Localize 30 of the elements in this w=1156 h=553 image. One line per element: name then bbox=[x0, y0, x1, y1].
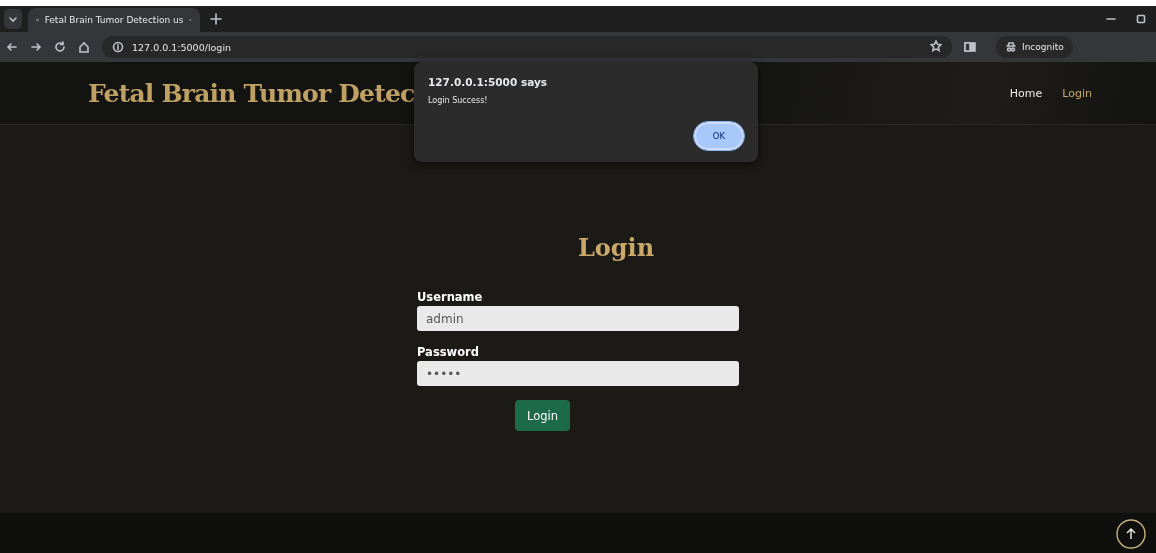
input-field[interactable]: ••••• bbox=[417, 361, 739, 386]
url-text: 127.0.0.1:5000/login bbox=[132, 41, 232, 53]
incognito-button[interactable]: Incognito bbox=[996, 36, 1073, 58]
ok-button[interactable]: OK bbox=[694, 122, 744, 150]
login-heading: Login bbox=[577, 233, 655, 262]
home-icon[interactable] bbox=[78, 41, 90, 53]
side-panel-icon[interactable] bbox=[964, 41, 976, 53]
nav-link[interactable]: Login bbox=[1062, 86, 1092, 100]
input-field[interactable]: admin bbox=[417, 306, 739, 331]
scroll-top-button[interactable] bbox=[1116, 519, 1146, 549]
address-bar[interactable]: 127.0.0.1:5000/login bbox=[102, 36, 952, 58]
browser-tab[interactable]: Fetal Brain Tumor Detection us bbox=[28, 8, 200, 32]
field-label: Username bbox=[417, 290, 484, 304]
dialog-message: Login Success! bbox=[428, 96, 489, 105]
info-icon bbox=[112, 41, 124, 53]
tab-list-button[interactable] bbox=[4, 9, 22, 29]
site-title: Fetal Brain Tumor Detec bbox=[88, 78, 415, 108]
forward-icon[interactable] bbox=[30, 41, 42, 53]
field-label: Password bbox=[417, 345, 480, 359]
back-icon[interactable] bbox=[6, 41, 18, 53]
plus-icon[interactable] bbox=[210, 13, 222, 25]
tab-title: Fetal Brain Tumor Detection us bbox=[44, 15, 184, 25]
login-button[interactable]: Login bbox=[515, 400, 571, 431]
maximize-icon[interactable] bbox=[1136, 14, 1146, 24]
star-icon[interactable] bbox=[930, 40, 942, 52]
chevron-down-icon bbox=[8, 14, 18, 24]
incognito-icon bbox=[1005, 41, 1017, 53]
nav-link[interactable]: Home bbox=[1009, 86, 1043, 100]
reload-icon[interactable] bbox=[54, 41, 66, 53]
dialog-title: 127.0.0.1:5000 says bbox=[428, 76, 548, 88]
